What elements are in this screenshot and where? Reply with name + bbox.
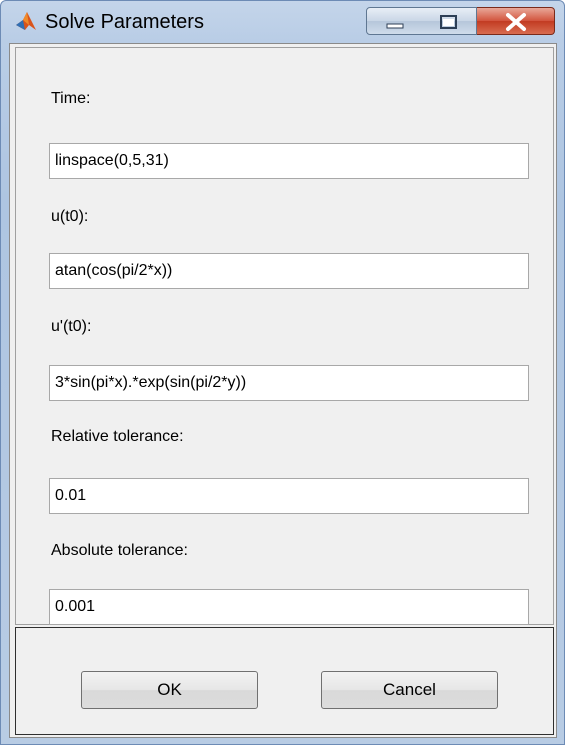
absolute-tolerance-label: Absolute tolerance:: [51, 542, 188, 559]
u-t0-input[interactable]: [49, 253, 529, 289]
close-icon: [506, 13, 526, 31]
u-t0-label: u(t0):: [51, 208, 89, 225]
minimize-icon: [386, 23, 404, 29]
dialog-window: Solve Parameters Time: u(t0): u'(t0): Re…: [0, 0, 565, 745]
absolute-tolerance-input[interactable]: [49, 589, 529, 625]
matlab-logo-icon: [15, 10, 37, 32]
minimize-button[interactable]: [366, 7, 422, 35]
u-prime-t0-label: u'(t0):: [51, 318, 92, 335]
parameters-panel: [15, 47, 554, 625]
ok-button[interactable]: OK: [81, 671, 258, 709]
window-title: Solve Parameters: [45, 11, 204, 33]
time-label: Time:: [51, 90, 91, 107]
time-input[interactable]: [49, 143, 529, 179]
u-prime-t0-input[interactable]: [49, 365, 529, 401]
maximize-icon: [440, 15, 457, 29]
title-bar[interactable]: Solve Parameters: [1, 1, 564, 43]
close-button[interactable]: [477, 7, 555, 35]
maximize-button[interactable]: [421, 7, 477, 35]
cancel-button[interactable]: Cancel: [321, 671, 498, 709]
relative-tolerance-label: Relative tolerance:: [51, 428, 184, 445]
relative-tolerance-input[interactable]: [49, 478, 529, 514]
